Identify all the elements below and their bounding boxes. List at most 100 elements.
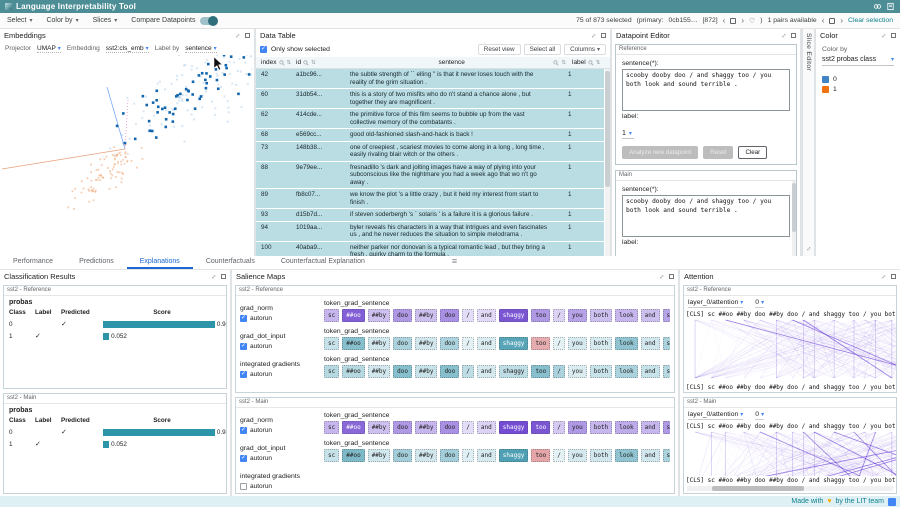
slices-menu[interactable]: Slices▾ [93, 17, 118, 24]
next-datapoint-button[interactable]: › [741, 18, 744, 24]
sort-icon[interactable]: ⇅ [311, 60, 316, 66]
label-select[interactable]: 1▾ [622, 130, 634, 139]
select-all-button[interactable]: Select all [524, 44, 562, 55]
search-icon[interactable] [588, 60, 594, 66]
maximize-icon[interactable] [601, 33, 606, 38]
maximize-icon[interactable] [791, 33, 796, 38]
reset-view-button[interactable]: Reset view [478, 44, 521, 55]
salience-method-row: grad_dot_input✓autoruntoken_grad_sentenc… [236, 436, 674, 464]
only-show-selected-checkbox[interactable]: ✓ [260, 46, 267, 53]
docs-icon[interactable] [886, 2, 895, 11]
tab-counterfactuals[interactable]: Counterfactuals [193, 256, 268, 269]
column-header-index[interactable]: index [261, 59, 277, 66]
tab-counterfactual-explanation[interactable]: Counterfactual Explanation [268, 256, 378, 269]
classification-row: 1✓0.052 [9, 330, 221, 342]
toggle-on-icon[interactable] [200, 17, 217, 25]
compare-datapoints-toggle[interactable]: Compare Datapoints [131, 17, 217, 25]
autorun-checkbox[interactable]: ✓ [240, 343, 247, 350]
column-header-sentence[interactable]: sentence [439, 59, 465, 66]
column-header-id[interactable]: id [296, 59, 301, 66]
table-row[interactable]: 93d15b7d...if steven soderbergh 's ` sol… [256, 209, 604, 222]
column-header-label[interactable]: label [572, 59, 586, 66]
embeddings-scatter[interactable] [0, 55, 254, 256]
autorun-checkbox[interactable]: ✓ [240, 455, 247, 462]
prev-datapoint-button[interactable]: ‹ [723, 18, 726, 24]
maximize-icon[interactable] [891, 33, 896, 38]
token-chip: shaggy [499, 449, 529, 462]
head-select[interactable]: 0▾ [755, 411, 764, 420]
sort-icon[interactable]: ⇅ [287, 60, 292, 66]
columns-button[interactable]: Columns▾ [564, 44, 606, 55]
color-by-menu[interactable]: Color by▾ [46, 17, 78, 24]
favorite-icon[interactable]: ♡ [749, 17, 755, 25]
table-row[interactable]: 42a1bc96...the subtle strength of `` ell… [256, 69, 604, 89]
reset-button[interactable]: Reset [703, 146, 733, 159]
table-row[interactable]: 889e79ee...fresnadillo 's dark and jolti… [256, 162, 604, 190]
popout-icon[interactable]: ↔ [879, 272, 889, 282]
col-label: Label [35, 417, 61, 424]
popout-icon[interactable]: ↔ [879, 31, 889, 41]
maximize-icon[interactable] [221, 274, 226, 279]
table-row[interactable]: 89fb8c07...we know the plot 's a little … [256, 189, 604, 209]
search-icon[interactable] [553, 60, 559, 66]
token-chip: / [462, 449, 474, 462]
method-name: grad_dot_input [240, 333, 324, 340]
search-icon[interactable] [279, 60, 285, 66]
field-name: token_grad_sentence [324, 356, 670, 363]
autorun-checkbox[interactable]: ✓ [240, 427, 247, 434]
autorun-label: autorun [250, 483, 272, 490]
popout-icon[interactable]: ↔ [233, 31, 243, 41]
data-table-body: 42a1bc96...the subtle strength of `` ell… [256, 69, 610, 256]
sort-icon[interactable]: ⇅ [596, 60, 601, 66]
table-row[interactable]: 73148b38...one of creepiest , scariest m… [256, 142, 604, 162]
embedding-select[interactable]: sst2:cls_emb▾ [106, 45, 149, 53]
table-row[interactable]: 62414cde...the primitive force of this f… [256, 109, 604, 129]
table-scrollbar[interactable] [605, 69, 610, 256]
table-row[interactable]: 68e569cc...good old-fashioned slash-and-… [256, 129, 604, 142]
autorun-checkbox[interactable] [240, 483, 247, 490]
prev-pair-button[interactable]: ‹ [822, 18, 825, 24]
editor-scrollbar[interactable] [792, 181, 796, 256]
labelby-select[interactable]: sentence▾ [185, 45, 216, 53]
table-row[interactable]: 10040aba9...neither parker nor donovan i… [256, 242, 604, 257]
slice-editor-collapsed-tab[interactable]: Slice Editor ↔ [802, 29, 814, 256]
popout-icon[interactable]: ↔ [657, 272, 667, 282]
analyze-new-datapoint-button[interactable]: Analyze new datapoint [622, 146, 698, 159]
sentence-input[interactable]: scooby dooby doo / and shaggy too / you … [622, 195, 790, 237]
attention-h-scrollbar[interactable] [687, 486, 893, 491]
layer-select[interactable]: layer_0/attention▾ [688, 411, 743, 420]
next-pair-button[interactable]: › [840, 18, 843, 24]
autorun-checkbox[interactable]: ✓ [240, 371, 247, 378]
popout-icon[interactable]: ↔ [589, 31, 599, 41]
layer-select[interactable]: layer_0/attention▾ [688, 299, 743, 308]
projector-select[interactable]: UMAP▾ [37, 45, 61, 53]
tab-predictions[interactable]: Predictions [66, 256, 127, 269]
tab-explanations[interactable]: Explanations [127, 256, 193, 269]
clear-button[interactable]: Clear [738, 146, 767, 159]
tab-performance[interactable]: Performance [0, 256, 66, 269]
token-chip: and [641, 449, 660, 462]
color-by-select[interactable]: sst2 probas class ▾ [822, 56, 894, 66]
popout-icon[interactable]: ↔ [209, 272, 219, 282]
token-chip: and [641, 337, 660, 350]
sentence-input[interactable]: scooby dooby doo / and shaggy too / you … [622, 69, 790, 111]
table-row[interactable]: 941019aa...byler reveals his characters … [256, 222, 604, 242]
token-chip: / [462, 421, 474, 434]
clear-selection-link[interactable]: Clear selection [848, 17, 893, 24]
token-chip: ##by [415, 337, 437, 350]
attention-panel: Attention ↔ sst2 - Referencelayer_0/atte… [680, 270, 900, 496]
token-chip: doo [440, 449, 459, 462]
maximize-icon[interactable] [669, 274, 674, 279]
search-icon[interactable] [303, 60, 309, 66]
maximize-icon[interactable] [891, 274, 896, 279]
link-icon[interactable] [873, 2, 882, 11]
table-row[interactable]: 6031db54...this is a story of two misfit… [256, 89, 604, 109]
maximize-icon[interactable] [245, 33, 250, 38]
popout-icon[interactable]: ↔ [779, 31, 789, 41]
resize-icon[interactable]: ↔ [804, 244, 814, 254]
token-chip: ##by [415, 309, 437, 322]
drag-handle-icon[interactable]: ≡ [452, 256, 457, 266]
head-select[interactable]: 0▾ [755, 299, 764, 308]
select-menu[interactable]: Select▾ [7, 17, 32, 24]
autorun-checkbox[interactable]: ✓ [240, 315, 247, 322]
